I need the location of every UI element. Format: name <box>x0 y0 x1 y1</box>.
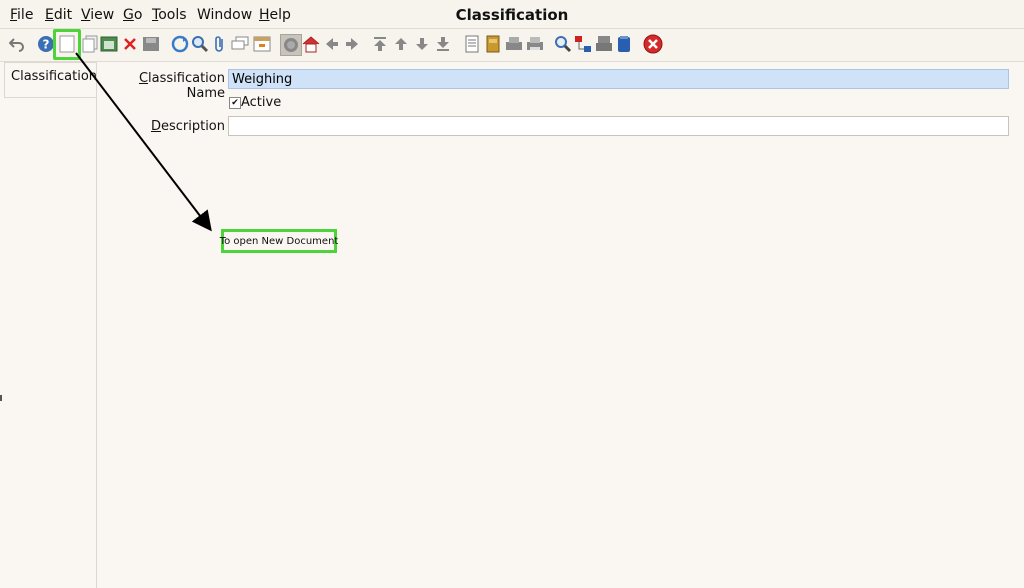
chat-icon[interactable] <box>230 34 250 54</box>
info-window-icon[interactable] <box>252 34 272 54</box>
form-panel: Classification Name ✔ Active Description <box>97 62 1024 588</box>
refresh-icon[interactable] <box>170 34 190 54</box>
zoom-across-icon[interactable] <box>553 34 573 54</box>
delete-icon[interactable] <box>120 34 140 54</box>
history-icon[interactable] <box>280 34 302 56</box>
menu-go[interactable]: Go <box>123 7 142 23</box>
menu-tools[interactable]: Tools <box>152 7 187 23</box>
window-edge-mark <box>0 395 2 401</box>
description-field[interactable] <box>228 116 1009 136</box>
report-icon[interactable] <box>462 34 482 54</box>
classification-name-field[interactable] <box>228 69 1009 89</box>
menu-window[interactable]: Window <box>197 7 252 23</box>
print-preview-icon[interactable] <box>504 34 524 54</box>
product-info-icon[interactable] <box>614 34 634 54</box>
description-label: Description <box>150 119 225 134</box>
menu-help[interactable]: Help <box>259 7 291 23</box>
menu-bar: File Edit View Go Tools Window Help Clas… <box>0 0 1024 29</box>
attachment-icon[interactable] <box>210 34 230 54</box>
close-window-icon[interactable] <box>643 34 663 54</box>
next-record-icon[interactable] <box>412 34 432 54</box>
previous-record-icon[interactable] <box>391 34 411 54</box>
first-record-icon[interactable] <box>370 34 390 54</box>
forward-icon[interactable] <box>342 34 362 54</box>
active-checkbox[interactable]: ✔ <box>229 97 241 109</box>
tab-classification-label: Classification <box>11 69 98 84</box>
sidebar: Classification <box>0 62 97 588</box>
menu-edit[interactable]: Edit <box>45 7 72 23</box>
copy-record-icon[interactable] <box>80 34 100 54</box>
menu-file[interactable]: File <box>10 7 33 23</box>
archive-icon[interactable] <box>483 34 503 54</box>
annotation-tooltip: To open New Document <box>220 229 338 253</box>
print-icon[interactable] <box>525 34 545 54</box>
request-icon[interactable] <box>594 34 614 54</box>
find-icon[interactable] <box>190 34 210 54</box>
menu-view[interactable]: View <box>81 7 114 23</box>
back-icon[interactable] <box>322 34 342 54</box>
tab-classification[interactable]: Classification <box>4 62 98 98</box>
last-record-icon[interactable] <box>433 34 453 54</box>
active-label: Active <box>241 95 282 110</box>
save-new-icon[interactable] <box>99 34 119 54</box>
classification-name-label: Classification Name <box>138 71 225 101</box>
save-icon[interactable] <box>141 34 161 54</box>
svg-text:?: ? <box>43 38 50 52</box>
workflow-icon[interactable] <box>573 34 593 54</box>
undo-icon[interactable] <box>7 34 27 54</box>
new-record-highlight <box>53 29 81 60</box>
home-icon[interactable] <box>301 34 321 54</box>
toolbar: ? <box>0 29 1024 62</box>
